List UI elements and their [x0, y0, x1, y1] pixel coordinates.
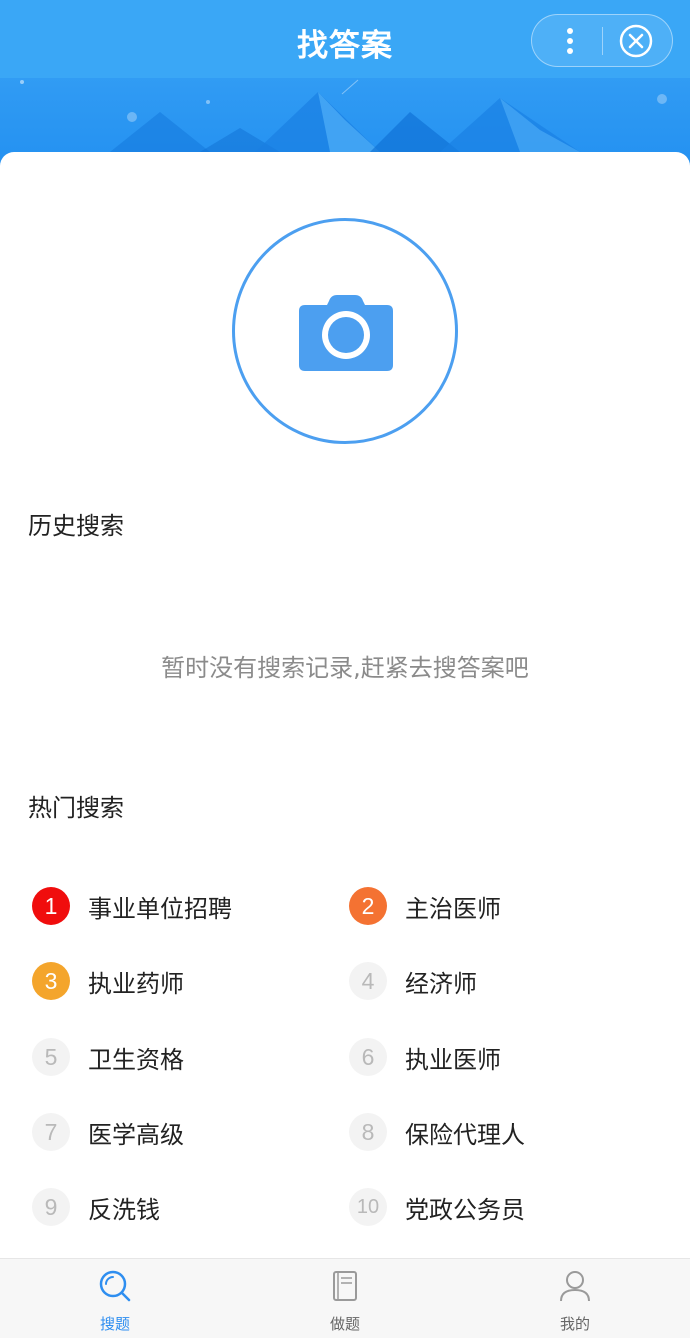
hot-search-item[interactable]: 9 反洗钱 — [32, 1187, 160, 1227]
rank-badge: 3 — [32, 962, 70, 1000]
hot-search-label: 执业药师 — [88, 969, 184, 998]
rank-badge: 7 — [32, 1113, 70, 1151]
hot-search-label: 事业单位招聘 — [88, 894, 232, 923]
close-icon[interactable] — [618, 23, 654, 59]
more-icon[interactable] — [552, 23, 588, 59]
tab-mine[interactable]: 我的 — [460, 1259, 690, 1338]
hot-search-item[interactable]: 3 执业药师 — [32, 961, 184, 1001]
rank-badge: 6 — [349, 1038, 387, 1076]
miniprogram-capsule — [531, 14, 673, 67]
tab-bar: 搜题 做题 我的 — [0, 1258, 690, 1338]
hot-search-label: 卫生资格 — [88, 1045, 184, 1074]
hot-search-label: 医学高级 — [88, 1120, 184, 1149]
hot-search-item[interactable]: 8 保险代理人 — [349, 1112, 525, 1152]
rank-badge: 5 — [32, 1038, 70, 1076]
book-icon — [333, 1271, 357, 1301]
rank-badge: 8 — [349, 1113, 387, 1151]
hot-search-title: 热门搜索 — [28, 794, 124, 822]
rank-badge: 9 — [32, 1188, 70, 1226]
rank-badge: 4 — [349, 962, 387, 1000]
hot-search-label: 反洗钱 — [88, 1195, 160, 1224]
hot-search-item[interactable]: 7 医学高级 — [32, 1112, 184, 1152]
tab-practice[interactable]: 做题 — [230, 1259, 460, 1338]
hot-search-label: 党政公务员 — [405, 1195, 525, 1224]
search-icon — [99, 1270, 131, 1302]
user-icon — [560, 1271, 590, 1302]
hot-search-item[interactable]: 2 主治医师 — [349, 886, 501, 926]
hot-search-item[interactable]: 1 事业单位招聘 — [32, 886, 232, 926]
rank-badge: 10 — [349, 1188, 387, 1226]
hot-search-item[interactable]: 10 党政公务员 — [349, 1187, 525, 1227]
hot-search-label: 主治医师 — [405, 894, 501, 923]
hot-search-label: 保险代理人 — [405, 1120, 525, 1149]
hot-search-item[interactable]: 6 执业医师 — [349, 1037, 501, 1077]
navigation-bar: 找答案 — [0, 0, 690, 78]
camera-icon — [299, 295, 393, 371]
hot-search-item[interactable]: 5 卫生资格 — [32, 1037, 184, 1077]
history-empty-tip: 暂时没有搜索记录,赶紧去搜答案吧 — [161, 654, 529, 682]
rank-badge: 2 — [349, 887, 387, 925]
hot-search-label: 经济师 — [405, 969, 477, 998]
tab-label: 我的 — [559, 1315, 590, 1333]
history-title: 历史搜索 — [28, 512, 124, 540]
hot-search-label: 执业医师 — [405, 1045, 501, 1074]
tab-label: 搜题 — [99, 1315, 130, 1333]
tab-label: 做题 — [329, 1315, 360, 1333]
tab-search[interactable]: 搜题 — [0, 1259, 230, 1338]
camera-search-button[interactable] — [232, 218, 458, 444]
main-card: 历史搜索 暂时没有搜索记录,赶紧去搜答案吧 热门搜索 1 事业单位招聘 2 主治… — [0, 152, 690, 1258]
capsule-divider — [602, 27, 603, 55]
rank-badge: 1 — [32, 887, 70, 925]
hot-search-item[interactable]: 4 经济师 — [349, 961, 477, 1001]
